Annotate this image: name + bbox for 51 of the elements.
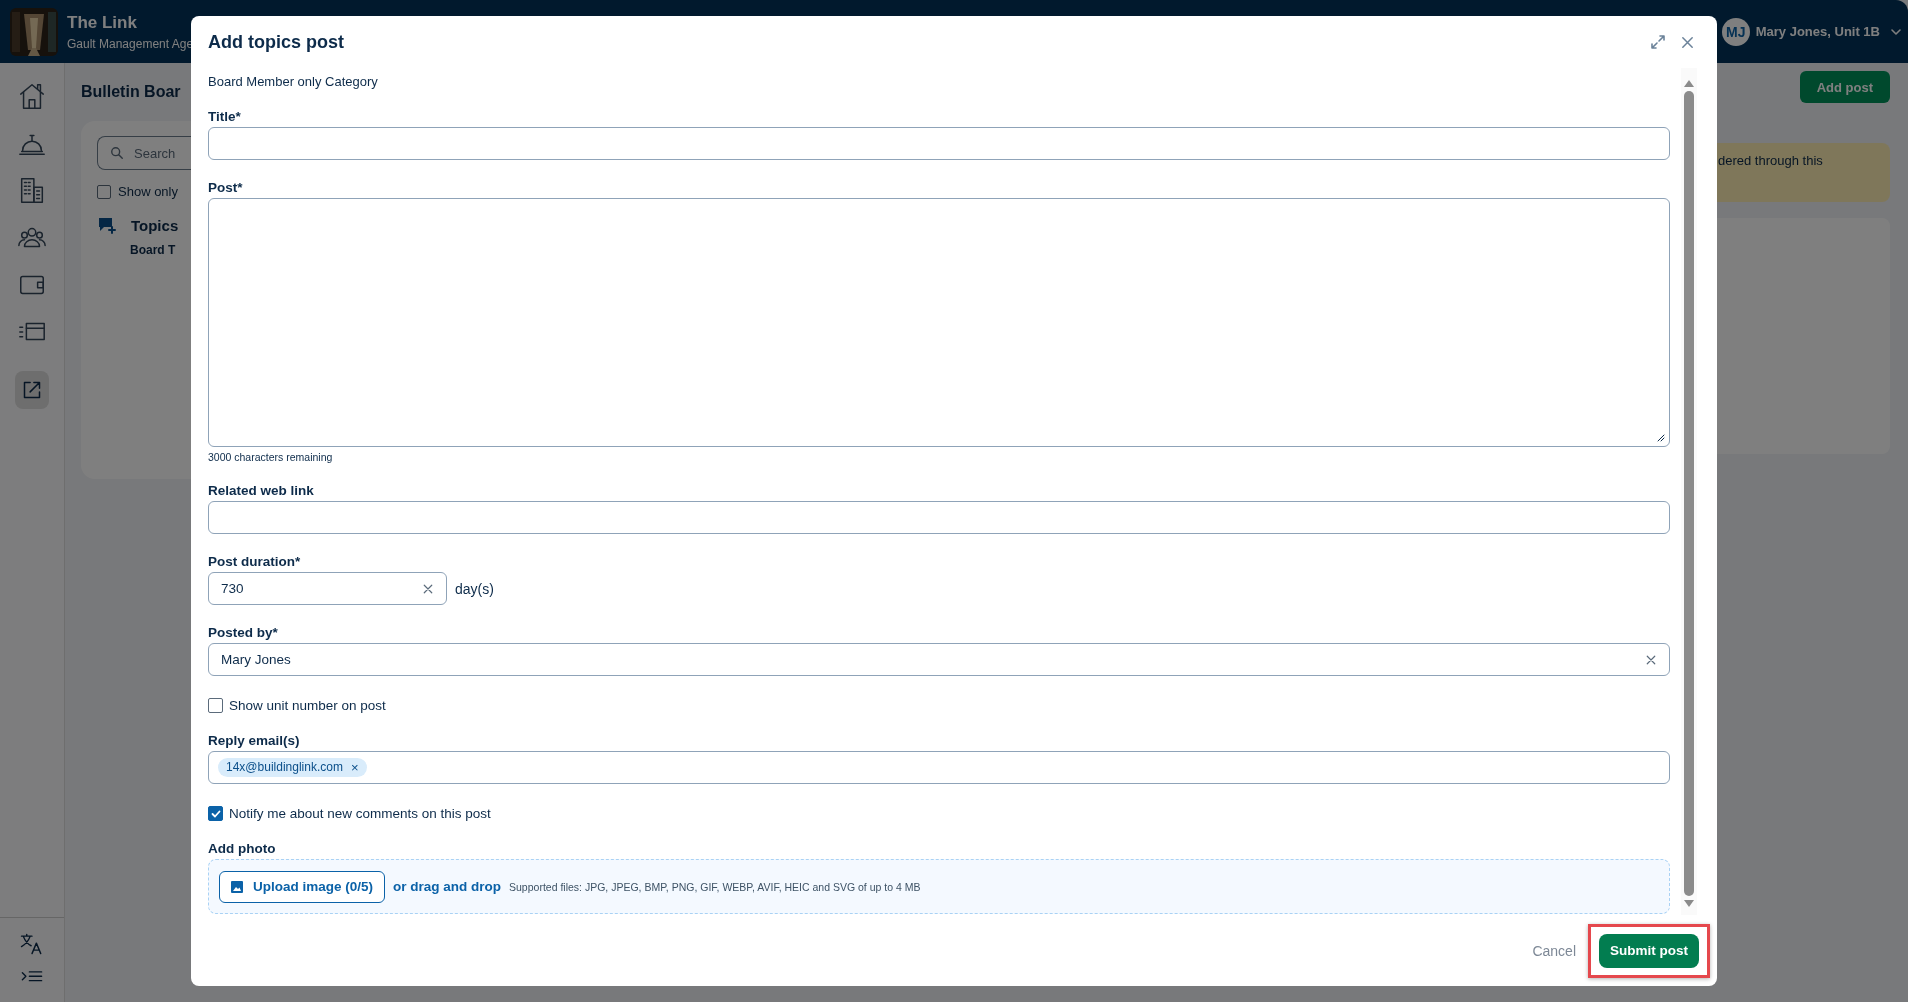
email-tag: 14x@buildinglink.com × (218, 758, 367, 777)
chat-add-icon (97, 215, 117, 235)
field-label: Title* (208, 109, 242, 124)
email-field[interactable]: 14x@buildinglink.com × (208, 751, 1670, 784)
checkbox-label: Notify me about new comments on this post (229, 806, 491, 821)
scroll-up-icon (1684, 80, 1694, 87)
page-title: Bulletin Boar (81, 83, 182, 101)
scroll-down-icon (1684, 900, 1694, 907)
image-icon (231, 880, 243, 893)
checkbox[interactable] (208, 698, 223, 713)
resize-handle-icon (1657, 434, 1665, 442)
field-label: Post duration* (208, 554, 302, 569)
cancel-button[interactable]: Cancel (1532, 942, 1576, 959)
clear-icon[interactable] (1645, 653, 1657, 666)
unit-label: day(s) (455, 580, 494, 597)
check-icon (210, 808, 221, 819)
app-name: The Link (67, 12, 138, 33)
section-title: Topics (131, 216, 179, 234)
search-icon (110, 146, 124, 160)
checkbox[interactable] (97, 184, 111, 199)
posted-by-field[interactable]: Mary Jones (208, 643, 1670, 676)
upload-image-button[interactable]: Upload image (0/5) (219, 870, 386, 903)
drag-and-drop-link[interactable]: or drag and drop (393, 879, 502, 894)
supported-files-note: Supported files: JPG, JPEG, BMP, PNG, GIF, WEBP, AVIF, HEIC and SVG of up to 4 MB (509, 880, 921, 893)
topic-link[interactable]: Board T (130, 243, 191, 257)
field-label: Posted by* (208, 625, 279, 640)
sidebar-item[interactable] (15, 371, 49, 409)
checkbox-label: Show only (118, 184, 178, 199)
duration-field[interactable]: 730 (208, 572, 447, 605)
text-field[interactable] (208, 127, 1670, 160)
drop-zone[interactable]: Upload image (0/5) or drag and drop Supported files: JPG, JPEG, BMP, PNG, GIF, WEBP, AVIF, HEIC and SVG of up to 4 MB (208, 859, 1670, 914)
field-label: Add photo (208, 841, 277, 856)
field-label: Reply email(s) (208, 733, 301, 748)
checkbox-label: Show unit number on post (229, 698, 386, 713)
user-avatar[interactable]: MJ (1721, 17, 1750, 46)
user-name[interactable]: Mary Jones, Unit 1B (1755, 24, 1880, 39)
close-icon[interactable] (1680, 34, 1695, 50)
category-text: Board Member only Category (208, 74, 379, 89)
notice-text: dered through this (1718, 153, 1823, 168)
scrollbar[interactable] (1681, 68, 1697, 915)
field-label: Post* (208, 180, 244, 195)
checkbox[interactable] (208, 806, 223, 821)
expand-icon[interactable] (1650, 34, 1666, 50)
remove-tag-button[interactable]: × (350, 760, 359, 775)
house-icon (17, 81, 47, 111)
text-field[interactable] (208, 501, 1670, 534)
field-label: Related web link (208, 483, 315, 498)
submit-post-button[interactable]: Submit post (1599, 933, 1699, 968)
clear-icon[interactable] (422, 582, 434, 595)
dialog-title: Add topics post (208, 31, 345, 53)
character-counter: 3000 characters remaining (208, 451, 334, 463)
